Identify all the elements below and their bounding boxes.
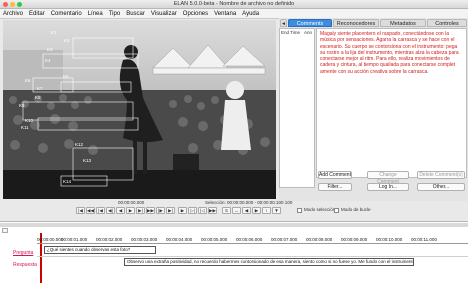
tick-0: 00:00:00.000 <box>37 237 64 242</box>
menu-ventana[interactable]: Ventana <box>214 11 236 17</box>
tick-11: 00:00:11.000 <box>411 237 437 242</box>
tab-comments[interactable]: Comments <box>288 19 332 27</box>
menu-editar[interactable]: Editar <box>29 11 45 17</box>
selection-readout: Selección: 00:00:00.000 - 00:00:00.100 1… <box>205 200 293 205</box>
menu-opciones[interactable]: Opciones <box>183 11 208 17</box>
comment-list[interactable]: End Time Ann <box>279 28 315 188</box>
loop-forward-button[interactable]: ▶▶ <box>208 207 217 214</box>
video-label-k2: K2 <box>64 38 70 43</box>
selection-end-button[interactable]: ▷| <box>188 207 197 214</box>
video-label-k14: K14 <box>63 179 72 184</box>
video-label-k7: K7 <box>37 86 43 91</box>
previous-scroll-button[interactable]: ◀◀ <box>86 207 95 214</box>
tick-1: 00:00:01.000 <box>61 237 88 242</box>
menu-tipo[interactable]: Tipo <box>109 11 120 17</box>
tick-7: 00:00:07.000 <box>271 237 298 242</box>
selection-span-button[interactable]: ↔ <box>232 207 241 214</box>
step-back-button[interactable]: ◀ <box>116 207 125 214</box>
window-title: ELAN 5.0.0-beta - Nombre de archivo no d… <box>173 1 295 7</box>
menu-buscar[interactable]: Buscar <box>126 11 145 17</box>
tick-10: 00:00:10.000 <box>376 237 403 242</box>
video-label-k4: K4 <box>45 58 51 63</box>
selection-left-button[interactable]: ◀ <box>242 207 251 214</box>
zoom-slider[interactable] <box>2 228 8 233</box>
tick-9: 00:00:09.000 <box>341 237 368 242</box>
timeline-viewer[interactable]: 00:00:00.000 00:00:01.000 00:00:02.000 0… <box>0 221 468 283</box>
video-label-k1: K1 <box>51 30 57 35</box>
comment-text-area[interactable]: Magaly siente placentero el raspado, con… <box>316 28 467 178</box>
menu-linea[interactable]: Línea <box>88 11 103 17</box>
right-panel: ◂ Comments Reconocedores Metadatos Contr… <box>279 18 468 201</box>
video-viewer[interactable]: K1 K2 K3 K4 K5 K6 K7 K8 K9 K10 K11 K12 K… <box>3 20 276 199</box>
tab-reconocedores[interactable]: Reconocedores <box>333 19 379 27</box>
video-label-k3: K3 <box>47 47 53 52</box>
video-label-k11: K11 <box>21 125 29 130</box>
annotation-pregunta[interactable]: ¿Qué sientes cuando observas esta foto? <box>44 246 156 254</box>
selection-mode-checkbox[interactable] <box>297 208 302 213</box>
column-ann[interactable]: Ann <box>304 30 312 35</box>
selection-mode-label: Modo selección <box>304 207 336 212</box>
title-bar: ELAN 5.0.0-beta - Nombre de archivo no d… <box>0 0 468 9</box>
video-label-k12: K12 <box>75 142 84 147</box>
other-button[interactable]: Other... <box>417 183 465 191</box>
loop-mode-label: Modo de bucle <box>341 207 371 212</box>
tier-label-respuesta[interactable]: Respuesta <box>13 262 37 268</box>
column-end-time[interactable]: End Time <box>281 30 300 35</box>
previous-frame-button[interactable]: ◀| <box>106 207 115 214</box>
tick-4: 00:00:04.000 <box>166 237 193 242</box>
change-comment-button[interactable]: Change Comment <box>367 171 409 185</box>
play-selection-button[interactable]: ▶ <box>178 207 187 214</box>
selection-mode-s-button[interactable]: S <box>222 207 231 214</box>
next-frame-button[interactable]: ▶| <box>136 207 145 214</box>
delete-comments-button[interactable]: Delete Comment(s) <box>417 171 465 179</box>
tab-metadatos[interactable]: Metadatos <box>380 19 426 27</box>
video-label-k13: K13 <box>83 158 92 163</box>
selection-vertical-button[interactable]: ↕ <box>262 207 271 214</box>
menu-archivo[interactable]: Archivo <box>3 11 23 17</box>
tier-label-pregunta[interactable]: Pregunta <box>13 250 33 256</box>
tick-5: 00:00:05.000 <box>201 237 228 242</box>
tick-3: 00:00:03.000 <box>131 237 158 242</box>
tick-8: 00:00:08.000 <box>306 237 333 242</box>
video-label-k9: K9 <box>19 103 25 108</box>
log-in-button[interactable]: Log In... <box>367 183 409 191</box>
selection-right-button[interactable]: ▶ <box>252 207 261 214</box>
previous-second-button[interactable]: |◀ <box>96 207 105 214</box>
next-scroll-button[interactable]: |▶ <box>156 207 165 214</box>
video-label-k8: K8 <box>35 95 41 100</box>
filter-button[interactable]: Filter... <box>318 183 352 191</box>
tab-controles[interactable]: Controles <box>427 19 467 27</box>
horizontal-scrollbar[interactable] <box>0 223 468 227</box>
annotation-respuesta[interactable]: Observo una extraña positividad, no recu… <box>124 258 414 266</box>
menu-visualizar[interactable]: Visualizar <box>151 11 177 17</box>
loop-mode-checkbox[interactable] <box>334 208 339 213</box>
tick-2: 00:00:02.000 <box>96 237 123 242</box>
video-label-k10: K10 <box>25 118 34 123</box>
transport-bar: 00:00:00.000 Selección: 00:00:00.000 - 0… <box>0 199 468 221</box>
tier-divider <box>37 256 468 257</box>
go-to-begin-button[interactable]: |◀ <box>76 207 85 214</box>
selection-begin-button[interactable]: |◁ <box>198 207 207 214</box>
add-comment-button[interactable]: Add Comment <box>318 171 352 179</box>
menu-comentario[interactable]: Comentario <box>51 11 82 17</box>
next-second-button[interactable]: ▶▶ <box>146 207 155 214</box>
current-time: 00:00:00.000 <box>118 200 145 205</box>
video-label-k5: K5 <box>63 74 69 79</box>
concert-photo: K1 K2 K3 K4 K5 K6 K7 K8 K9 K10 K11 K12 K… <box>3 20 276 199</box>
video-label-k6: K6 <box>25 78 31 83</box>
menu-ayuda[interactable]: Ayuda <box>242 11 259 17</box>
go-to-end-button[interactable]: ▶| <box>166 207 175 214</box>
selection-menu-button[interactable]: ▼ <box>272 207 281 214</box>
tab-scroll-left-button[interactable]: ◂ <box>280 19 287 27</box>
tick-6: 00:00:06.000 <box>236 237 263 242</box>
play-button[interactable]: ▶ <box>126 207 135 214</box>
time-ruler[interactable]: 00:00:00.000 00:00:01.000 00:00:02.000 0… <box>37 237 468 244</box>
